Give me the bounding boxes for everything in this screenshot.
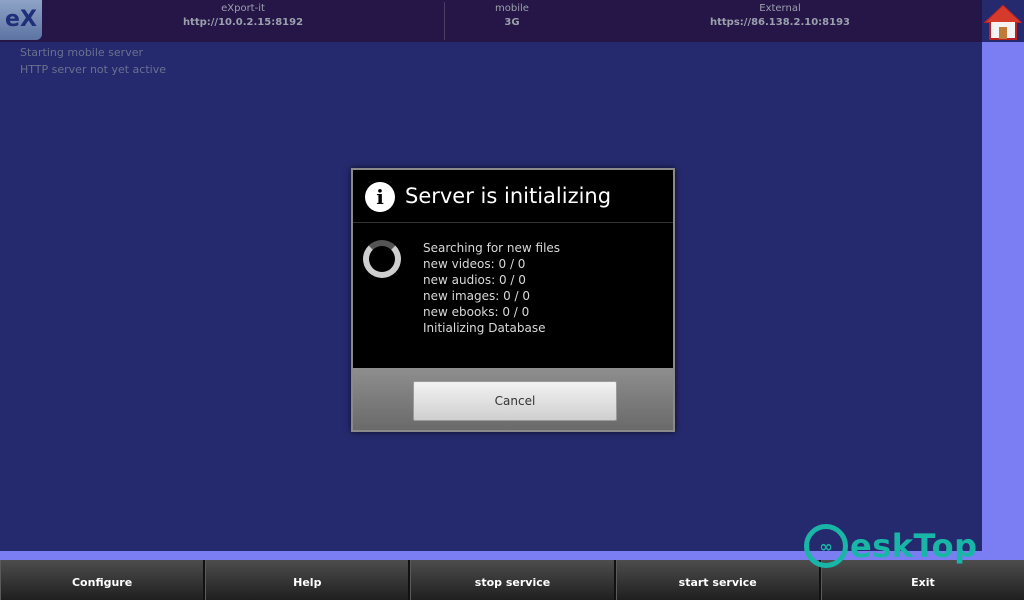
- dialog-title: Server is initializing: [405, 184, 612, 208]
- dialog-message: Searching for new files new videos: 0 / …: [423, 240, 560, 336]
- network-type: 3G: [504, 17, 520, 28]
- message-line: new videos: 0 / 0: [423, 257, 526, 271]
- network-label: mobile: [495, 3, 529, 14]
- initializing-dialog: i Server is initializing Searching for n…: [351, 168, 675, 432]
- status-log: Starting mobile server HTTP server not y…: [20, 44, 166, 78]
- configure-button[interactable]: Configure: [0, 560, 206, 600]
- start-service-button[interactable]: start service: [615, 560, 821, 600]
- message-line: Searching for new files: [423, 241, 561, 255]
- dialog-footer: Cancel: [353, 368, 673, 430]
- watermark-text: eskTop: [850, 527, 978, 565]
- message-line: Initializing Database: [423, 321, 546, 335]
- external-server-url: https://86.138.2.10:8193: [710, 17, 850, 28]
- watermark-logo-icon: ∞: [804, 524, 848, 568]
- dialog-header: i Server is initializing: [353, 170, 673, 223]
- local-server-url: http://10.0.2.15:8192: [182, 17, 304, 28]
- info-icon: i: [365, 182, 395, 212]
- external-server-info: External https://86.138.2.10:8193: [680, 2, 880, 40]
- message-line: new ebooks: 0 / 0: [423, 305, 530, 319]
- loading-spinner-icon: [363, 240, 401, 278]
- side-strip: [982, 42, 1024, 558]
- message-line: new audios: 0 / 0: [423, 273, 526, 287]
- message-line: new images: 0 / 0: [423, 289, 531, 303]
- cancel-button[interactable]: Cancel: [413, 381, 617, 421]
- watermark: ∞ eskTop: [804, 524, 978, 568]
- local-server-label: eXport-it: [221, 3, 265, 14]
- external-server-label: External: [759, 3, 801, 14]
- status-line: HTTP server not yet active: [20, 63, 166, 76]
- stop-service-button[interactable]: stop service: [410, 560, 616, 600]
- network-info: mobile 3G: [445, 2, 579, 40]
- app-logo[interactable]: eX: [0, 0, 42, 40]
- status-line: Starting mobile server: [20, 46, 144, 59]
- help-button[interactable]: Help: [205, 560, 411, 600]
- top-bar: eX eXport-it http://10.0.2.15:8192 mobil…: [0, 0, 982, 42]
- home-icon[interactable]: [983, 4, 1023, 42]
- local-server-info: eXport-it http://10.0.2.15:8192: [42, 2, 445, 40]
